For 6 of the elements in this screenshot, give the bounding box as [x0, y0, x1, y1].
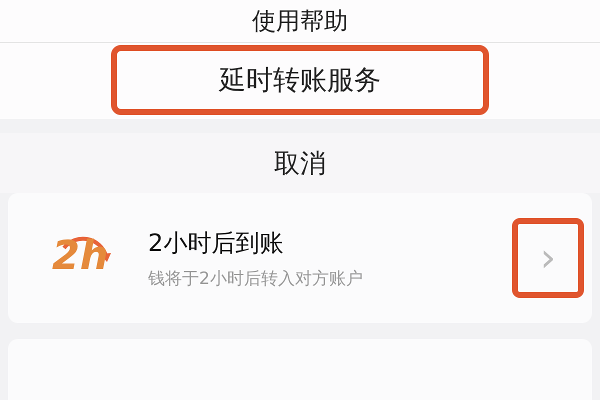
- option-subtitle: 钱将于2小时后转入对方账户: [148, 268, 364, 290]
- option-card[interactable]: 2h 2小时后到账 钱将于2小时后转入对方账户 ›: [8, 193, 592, 323]
- menu-item[interactable]: 使用帮助: [119, 0, 481, 42]
- cancel-button[interactable]: 取消: [0, 133, 600, 193]
- menu-item[interactable]: 延时转账服务: [111, 45, 489, 115]
- option-title: 2小时后到账: [148, 228, 284, 258]
